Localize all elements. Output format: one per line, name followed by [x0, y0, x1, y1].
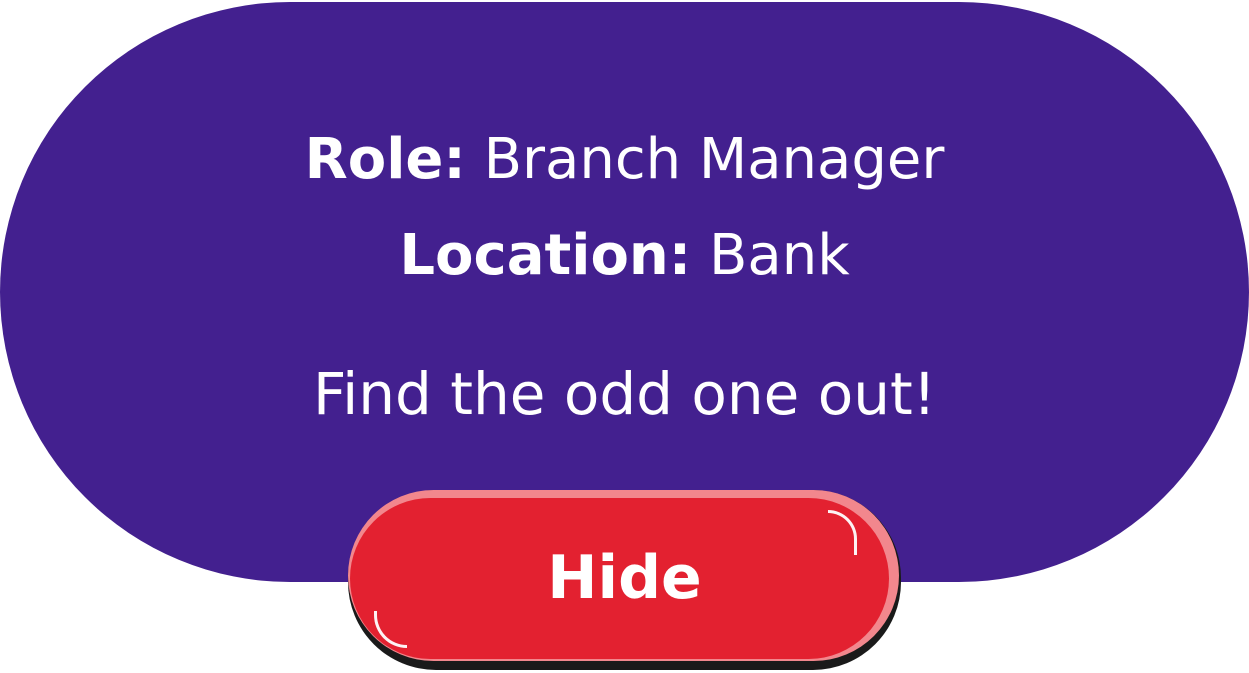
- hide-button-shine-bottom: [374, 611, 407, 648]
- role-line: Role: Branch Manager: [0, 124, 1249, 196]
- hide-button-label: Hide: [547, 543, 702, 613]
- role-label: Role:: [304, 127, 466, 192]
- location-line: Location: Bank: [0, 220, 1249, 292]
- location-value: Bank: [709, 223, 850, 288]
- instruction-text: Find the odd one out!: [312, 360, 937, 428]
- location-label: Location:: [399, 223, 692, 288]
- hide-button[interactable]: Hide: [348, 490, 901, 670]
- role-value: Branch Manager: [483, 127, 945, 192]
